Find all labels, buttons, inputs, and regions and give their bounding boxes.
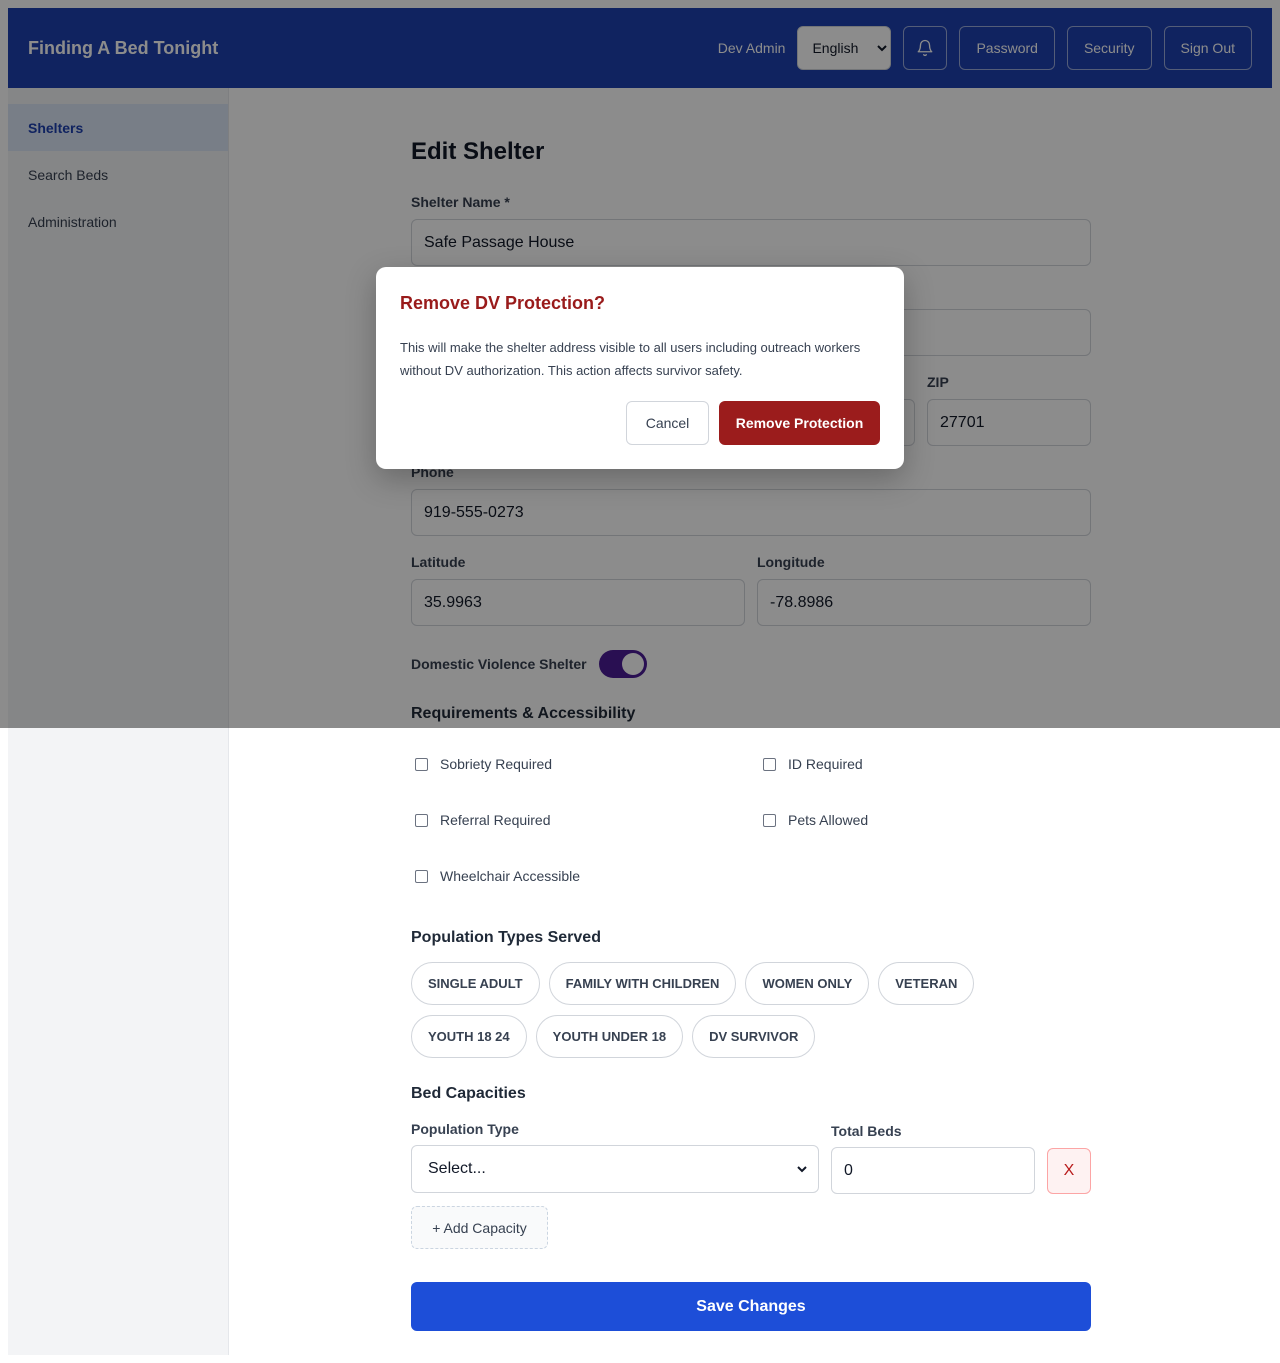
bed-capacities-title: Bed Capacities xyxy=(411,1085,526,1102)
remove-protection-button[interactable]: Remove Protection xyxy=(719,401,880,445)
population-type-value: Select... xyxy=(428,1160,486,1177)
checkbox-box[interactable] xyxy=(415,869,428,883)
checkbox-label: Wheelchair Accessible xyxy=(440,868,581,884)
total-beds-label: Total Beds xyxy=(831,1123,902,1139)
total-beds-input[interactable]: 0 xyxy=(831,1147,1035,1194)
chip-dv-survivor[interactable]: DV SURVIVOR xyxy=(692,1015,816,1058)
chip-veteran[interactable]: VETERAN xyxy=(878,962,975,1005)
population-types-title: Population Types Served xyxy=(411,929,601,946)
checkbox-label: Sobriety Required xyxy=(440,756,553,772)
population-type-select[interactable]: Select... xyxy=(411,1145,819,1193)
save-changes-button[interactable]: Save Changes xyxy=(411,1282,1091,1331)
checkbox-pets-allowed[interactable]: Pets Allowed xyxy=(759,812,868,828)
chip-youth-18-24[interactable]: YOUTH 18 24 xyxy=(411,1015,527,1058)
checkbox-referral-required[interactable]: Referral Required xyxy=(411,812,551,828)
chip-family-with-children[interactable]: FAMILY WITH CHILDREN xyxy=(548,962,737,1005)
chip-women-only[interactable]: WOMEN ONLY xyxy=(745,962,870,1005)
checkbox-wheelchair-accessible[interactable]: Wheelchair Accessible xyxy=(411,868,580,884)
chip-single-adult[interactable]: SINGLE ADULT xyxy=(411,962,540,1005)
checkbox-box[interactable] xyxy=(763,757,776,771)
checkbox-box[interactable] xyxy=(415,813,428,827)
checkbox-label: ID Required xyxy=(788,756,863,772)
cancel-button[interactable]: Cancel xyxy=(626,401,709,445)
remove-capacity-button[interactable]: X xyxy=(1047,1148,1091,1194)
checkbox-label: Referral Required xyxy=(440,812,551,828)
dialog-title: Remove DV Protection? xyxy=(400,293,606,313)
checkbox-box[interactable] xyxy=(763,813,776,827)
remove-dv-protection-dialog: Remove DV Protection? This will make the… xyxy=(376,267,904,469)
chip-youth-under-18[interactable]: YOUTH UNDER 18 xyxy=(535,1015,684,1058)
checkbox-box[interactable] xyxy=(415,757,428,771)
dialog-actions: Cancel Remove Protection xyxy=(626,401,880,445)
checkbox-sobriety-required[interactable]: Sobriety Required xyxy=(411,756,552,772)
population-type-chips: SINGLE ADULT FAMILY WITH CHILDREN WOMEN … xyxy=(411,962,1091,1058)
add-capacity-button[interactable]: + Add Capacity xyxy=(411,1206,548,1249)
population-type-label: Population Type xyxy=(411,1121,519,1137)
chevron-down-icon xyxy=(797,1166,807,1173)
checkbox-label: Pets Allowed xyxy=(788,812,869,828)
dialog-message: This will make the shelter address visib… xyxy=(400,340,861,378)
checkbox-id-required[interactable]: ID Required xyxy=(759,756,863,772)
